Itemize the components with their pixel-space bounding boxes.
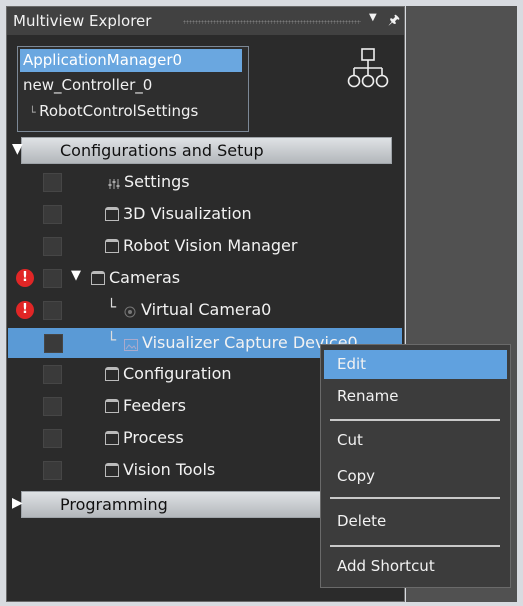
tree-item-label: Feeders: [123, 396, 186, 415]
tree-item-label: Cameras: [109, 268, 181, 287]
folder-icon: [105, 431, 119, 445]
folder-icon: [91, 271, 105, 285]
menu-item-add-shortcut[interactable]: Add Shortcut: [324, 552, 507, 581]
collapse-arrow-icon[interactable]: ▼: [12, 141, 23, 157]
tree-item-label: Process: [123, 428, 184, 447]
expand-arrow-icon[interactable]: ▶: [12, 495, 23, 511]
dropdown-arrow-icon[interactable]: ▼: [369, 12, 377, 23]
drag-grip[interactable]: [183, 20, 361, 24]
branch-icon: └: [29, 106, 40, 119]
menu-item-copy[interactable]: Copy: [324, 462, 507, 491]
checkbox[interactable]: [43, 365, 62, 384]
error-icon: !: [16, 301, 34, 319]
hierarchy-icon[interactable]: [346, 47, 390, 91]
checkbox[interactable]: [43, 397, 62, 416]
tree-item-robot-vision-manager[interactable]: Robot Vision Manager: [7, 231, 404, 261]
menu-separator: [330, 419, 500, 421]
checkbox[interactable]: [43, 237, 62, 256]
menu-separator: [330, 497, 500, 499]
image-icon: [124, 336, 138, 351]
section-configurations-and-setup[interactable]: ▼ Configurations and Setup: [12, 137, 392, 164]
checkbox[interactable]: [43, 205, 62, 224]
folder-icon: [105, 463, 119, 477]
controller-item-robot-control-settings[interactable]: └ RobotControlSettings: [26, 100, 201, 123]
controller-item-label: RobotControlSettings: [39, 102, 199, 120]
branch-icon: └: [107, 298, 117, 316]
checkbox[interactable]: [43, 301, 62, 320]
menu-item-rename[interactable]: Rename: [324, 382, 507, 411]
error-icon: !: [16, 269, 34, 287]
controller-item-new-controller[interactable]: new_Controller_0: [20, 74, 155, 97]
folder-icon: [105, 367, 119, 381]
branch-icon: └: [107, 331, 117, 349]
tree-item-label: Robot Vision Manager: [123, 236, 298, 255]
section-label: Configurations and Setup: [60, 141, 264, 160]
panel-titlebar[interactable]: Multiview Explorer ▼ 🖈: [7, 7, 404, 35]
section-label: Programming: [60, 495, 168, 514]
tree-item-label: Virtual Camera0: [141, 300, 272, 319]
tree-item-label: Configuration: [123, 364, 232, 383]
folder-icon: [105, 239, 119, 253]
folder-icon: [105, 399, 119, 413]
tree-item-virtual-camera[interactable]: ! └ Virtual Camera0: [7, 295, 404, 325]
pin-icon[interactable]: 🖈: [388, 11, 400, 33]
tree-item-3d-visualization[interactable]: 3D Visualization: [7, 199, 404, 229]
checkbox[interactable]: [43, 269, 62, 288]
checkbox[interactable]: [43, 429, 62, 448]
camera-icon: [124, 303, 136, 318]
checkbox[interactable]: [43, 461, 62, 480]
folder-icon: [105, 207, 119, 221]
tree-item-label: Vision Tools: [123, 460, 216, 479]
checkbox[interactable]: [43, 173, 62, 192]
menu-item-delete[interactable]: Delete: [324, 507, 507, 536]
menu-item-edit[interactable]: Edit: [324, 350, 507, 379]
controller-list[interactable]: ApplicationManager0 new_Controller_0 └ R…: [17, 46, 249, 132]
menu-item-cut[interactable]: Cut: [324, 426, 507, 455]
expand-arrow-icon[interactable]: ▼: [71, 268, 81, 283]
tree-item-label: Settings: [124, 172, 190, 191]
tree-item-label: 3D Visualization: [123, 204, 252, 223]
tree-item-settings[interactable]: Settings: [7, 167, 404, 197]
menu-separator: [330, 545, 500, 547]
checkbox[interactable]: [44, 334, 63, 353]
controller-item-application-manager[interactable]: ApplicationManager0: [20, 49, 242, 72]
panel-title: Multiview Explorer: [13, 12, 152, 30]
tree-item-cameras[interactable]: ! ▼ Cameras: [7, 263, 404, 293]
sliders-icon: [108, 175, 120, 189]
context-menu: Edit Rename Cut Copy Delete Add Shortcut: [320, 344, 511, 588]
